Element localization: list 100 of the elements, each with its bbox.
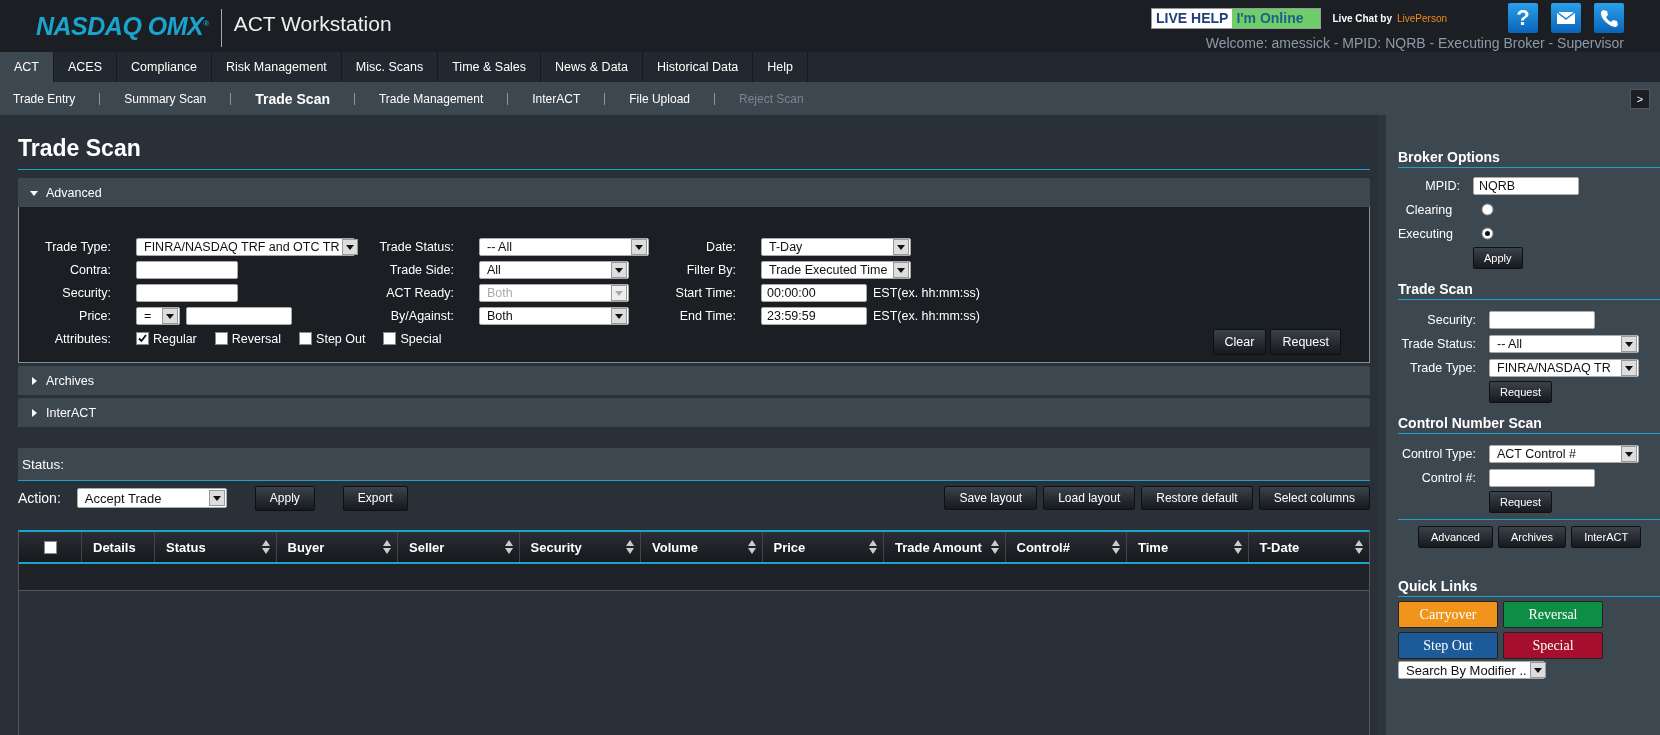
dropdown[interactable]: All: [479, 260, 629, 279]
format-hint: EST(ex. hh:mm:ss): [873, 285, 980, 300]
field-label: Security:: [1426, 312, 1476, 327]
triangle-down-icon: [30, 188, 38, 197]
help-button[interactable]: ?: [1508, 3, 1538, 33]
input-field[interactable]: [1489, 310, 1595, 329]
form-button[interactable]: Request: [1270, 329, 1341, 355]
input-field[interactable]: 23:59:59: [761, 306, 867, 325]
radio-button[interactable]: [1481, 227, 1494, 240]
caret-icon: [1621, 445, 1637, 462]
quick-link-button[interactable]: Special: [1503, 632, 1603, 659]
field-label: ACT Ready:: [386, 285, 454, 300]
panel-nav-button[interactable]: InterACT: [1571, 526, 1642, 548]
input-field[interactable]: [186, 306, 292, 325]
column-header[interactable]: Time: [1126, 532, 1248, 562]
action-button[interactable]: Export: [342, 485, 408, 511]
form-button[interactable]: Clear: [1212, 329, 1267, 355]
sub-nav-link[interactable]: Summary Scan: [124, 91, 207, 106]
sub-nav-link[interactable]: Trade Management: [379, 91, 484, 106]
mail-button[interactable]: [1551, 3, 1581, 33]
column-header[interactable]: Seller: [397, 532, 519, 562]
dropdown[interactable]: T-Day: [761, 237, 911, 256]
action-label: Action:: [18, 490, 61, 506]
sub-nav-link[interactable]: Trade Scan: [255, 90, 330, 107]
section-title: Trade Scan: [1398, 281, 1474, 298]
dropdown[interactable]: Accept Trade: [76, 488, 227, 508]
column-header[interactable]: Trade Amount: [883, 532, 1005, 562]
checkbox[interactable]: [383, 332, 397, 345]
accordion-header[interactable]: InterACT: [18, 398, 1370, 427]
dropdown[interactable]: Both: [479, 306, 629, 325]
triangle-right-icon: [30, 376, 38, 385]
action-button[interactable]: Apply: [254, 485, 315, 511]
field-label: Control #:: [1420, 470, 1476, 485]
panel-nav-button[interactable]: Archives: [1497, 526, 1567, 548]
phone-icon: [1599, 8, 1619, 28]
layout-button[interactable]: Save layout: [944, 486, 1038, 510]
status-label: Status:: [22, 456, 65, 472]
layout-button[interactable]: Restore default: [1141, 486, 1253, 510]
checkbox[interactable]: [136, 332, 149, 345]
panel-nav-button[interactable]: Advanced: [1418, 526, 1493, 548]
caret-icon: [611, 284, 627, 301]
checkbox[interactable]: [43, 540, 57, 554]
sub-nav-link[interactable]: File Upload: [629, 91, 690, 106]
column-header[interactable]: Buyer: [275, 532, 397, 562]
checkbox[interactable]: [299, 332, 313, 345]
quick-link-button[interactable]: Step Out: [1398, 632, 1498, 659]
dropdown[interactable]: ACT Control #: [1489, 444, 1639, 463]
accordion-header[interactable]: Archives: [18, 366, 1370, 395]
checkbox-label: Step Out: [316, 331, 366, 346]
checkbox-label: Special: [400, 331, 442, 346]
column-header[interactable]: Status: [154, 532, 276, 562]
dropdown[interactable]: Trade Executed Time: [761, 260, 911, 279]
dropdown[interactable]: -- All: [1489, 334, 1639, 353]
field-label: Price:: [79, 308, 111, 323]
caret-icon: [208, 490, 225, 506]
column-header[interactable]: T-Date: [1247, 532, 1369, 562]
input-field[interactable]: [136, 283, 238, 302]
phone-button[interactable]: [1594, 3, 1624, 33]
request-button[interactable]: Request: [1489, 490, 1552, 513]
caret-icon: [893, 261, 909, 278]
input-field[interactable]: 00:00:00: [761, 283, 867, 302]
column-header[interactable]: Control#: [1004, 532, 1126, 562]
layout-button[interactable]: Load layout: [1043, 486, 1136, 510]
welcome-text: Welcome: amessick - MPID: NQRB - Executing Broker - Supervisor: [1205, 35, 1624, 51]
dropdown[interactable]: =: [136, 306, 180, 325]
caret-icon: [631, 238, 647, 255]
apply-button[interactable]: Apply: [1473, 246, 1523, 269]
checkbox[interactable]: [214, 332, 228, 345]
caret-icon: [611, 307, 627, 324]
caret-icon: [342, 238, 359, 255]
live-help-badge[interactable]: LIVE HELP I'm Online: [1151, 7, 1321, 29]
panel-toggle-button[interactable]: >: [1630, 88, 1650, 109]
sort-icon: [990, 540, 999, 554]
dropdown[interactable]: Search By Modifier ..: [1398, 661, 1545, 679]
radio-button[interactable]: [1481, 203, 1494, 216]
quick-link-button[interactable]: Reversal: [1503, 601, 1603, 628]
sort-icon: [869, 540, 877, 554]
sub-nav-link[interactable]: InterACT: [532, 91, 581, 106]
column-header[interactable]: Volume: [640, 532, 762, 562]
caret-icon: [1621, 335, 1637, 352]
request-button[interactable]: Request: [1489, 380, 1552, 403]
dropdown[interactable]: FINRA/NASDAQ TR: [1489, 358, 1639, 377]
sub-nav-link[interactable]: Trade Entry: [13, 91, 76, 106]
input-field[interactable]: [136, 260, 238, 279]
column-header[interactable]: Price: [761, 532, 883, 562]
field-label: MPID:: [1424, 178, 1460, 193]
layout-button[interactable]: Select columns: [1258, 486, 1370, 510]
section-title: Broker Options: [1398, 149, 1501, 166]
nav-tab[interactable]: ACT: [0, 52, 54, 82]
section-title: Quick Links: [1398, 578, 1479, 595]
logo: NASDAQ OMX$^{®}$: [36, 12, 209, 40]
accordion-title: Archives: [46, 373, 94, 388]
dropdown[interactable]: FINRA/NASDAQ TRF and OTC TR: [136, 237, 355, 256]
input-field[interactable]: NQRB: [1473, 176, 1579, 195]
accordion-header[interactable]: Advanced: [18, 178, 1370, 207]
column-header[interactable]: Details: [81, 532, 154, 562]
input-field[interactable]: [1489, 468, 1595, 487]
checkbox-label: Reversal: [231, 331, 282, 346]
dropdown[interactable]: -- All: [479, 237, 649, 256]
column-header[interactable]: Security: [518, 532, 640, 562]
